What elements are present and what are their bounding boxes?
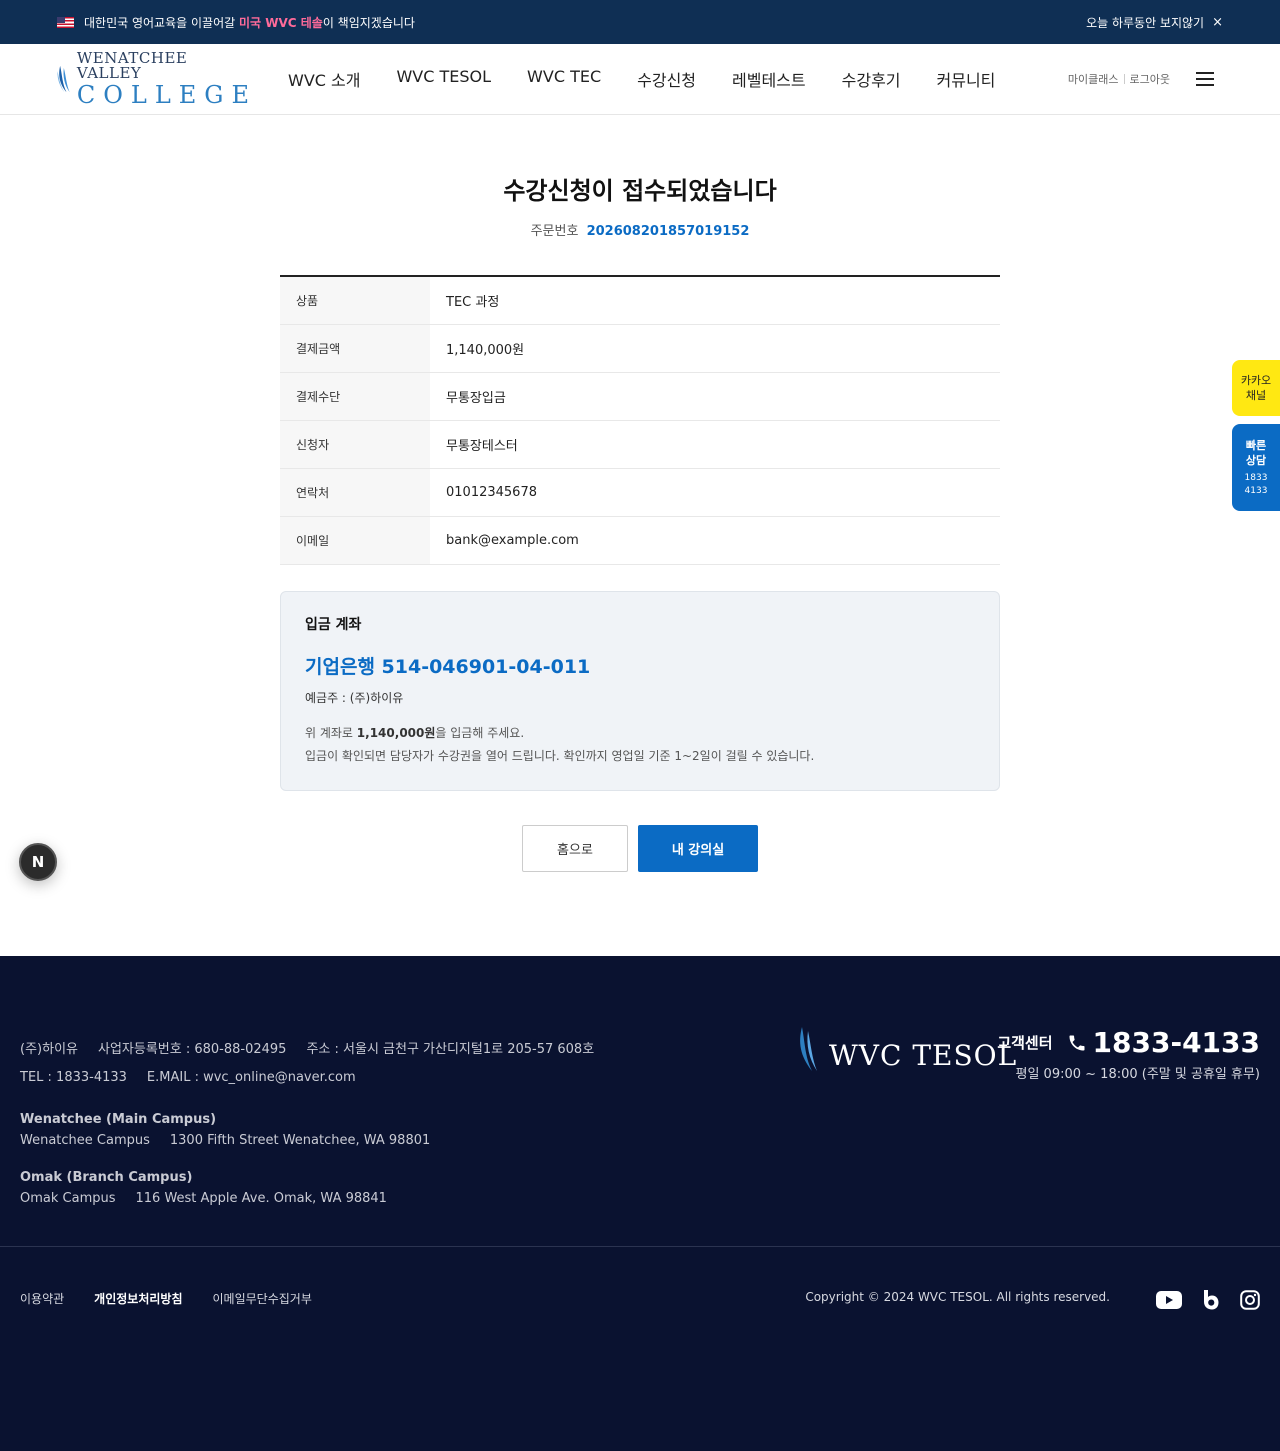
company-tel: TEL : 1833-4133 <box>20 1069 127 1085</box>
phone-icon <box>1069 1035 1085 1050</box>
instagram-icon[interactable] <box>1240 1290 1260 1310</box>
nav-item-wvc-tec[interactable]: WVC TEC <box>527 67 601 91</box>
row-value: 01012345678 <box>446 485 537 500</box>
nav-item-community[interactable]: 커뮤니티 <box>937 67 996 91</box>
site-footer: (주)하이유 사업자등록번호 : 680-88-02495 주소 : 서울시 금… <box>0 956 1280 1451</box>
business-number: 사업자등록번호 : 680-88-02495 <box>97 1041 287 1057</box>
logout-link[interactable]: 로그아웃 <box>1130 71 1170 87</box>
main-nav: WVC 소개 WVC TESOL WVC TEC 수강신청 레벨테스트 수강후기… <box>288 67 1031 91</box>
us-flag-icon <box>57 16 74 28</box>
footer-logo-text: WVC TESOL <box>829 1039 1018 1072</box>
table-row: 결제금액 1,140,000원 <box>280 325 1000 373</box>
table-row: 상품 TEC 과정 <box>280 277 1000 325</box>
table-row: 신청자 무통장테스터 <box>280 421 1000 469</box>
footer-logo: WVC TESOL <box>797 1026 1017 1072</box>
customer-center-hours: 평일 09:00 ~ 18:00 (주말 및 공휴일 휴무) <box>1015 1067 1261 1082</box>
customer-center: 고객센터 1833-4133 평일 09:00 ~ 18:00 (주말 및 공휴… <box>997 1026 1260 1082</box>
deposit-account-number: 기업은행 514-046901-04-011 <box>305 656 591 678</box>
logo-bottom-text: COLLEGE <box>76 81 257 109</box>
nav-item-reviews[interactable]: 수강후기 <box>842 67 901 91</box>
util-divider <box>1123 74 1125 84</box>
header-utilities: 마이클래스 로그아웃 <box>1068 44 1214 114</box>
nextjs-dev-badge-icon[interactable]: N <box>19 843 57 881</box>
row-value: 1,140,000원 <box>446 343 525 358</box>
top-banner: 대한민국 영어교육을 이끌어갈 미국 WVC 테솔이 책임지겠습니다 오늘 하루… <box>0 0 1280 44</box>
social-links <box>1156 1290 1260 1310</box>
wvc-logo[interactable]: WENATCHEE VALLEY COLLEGE <box>57 51 257 107</box>
nav-item-wvc-intro[interactable]: WVC 소개 <box>288 67 360 91</box>
row-label: 연락처 <box>280 469 430 516</box>
branch-campus-name: Omak Campus <box>20 1191 116 1206</box>
logo-flame-icon <box>57 65 70 93</box>
footer-logo-flame-icon <box>800 1027 817 1071</box>
row-value: 무통장테스터 <box>446 439 518 454</box>
menu-icon[interactable] <box>1196 72 1214 86</box>
nav-item-level-test[interactable]: 레벨테스트 <box>732 67 806 91</box>
row-label: 상품 <box>280 277 430 324</box>
company-name: (주)하이유 <box>20 1041 78 1057</box>
row-label: 결제수단 <box>280 373 430 420</box>
company-email: E.MAIL : wvc_online@naver.com <box>146 1069 356 1085</box>
site-header: WENATCHEE VALLEY COLLEGE WVC 소개 WVC TESO… <box>0 44 1280 115</box>
myclass-link[interactable]: 마이클래스 <box>1068 71 1119 87</box>
order-number-label: 주문번호 <box>530 224 579 239</box>
copyright: Copyright © 2024 WVC TESOL. All rights r… <box>805 1290 1110 1304</box>
branch-campus-address: 116 West Apple Ave. Omak, WA 98841 <box>135 1191 387 1206</box>
row-label: 이메일 <box>280 517 430 564</box>
row-label: 결제금액 <box>280 325 430 372</box>
close-icon[interactable]: × <box>1212 15 1223 30</box>
quick-consult-button[interactable]: 빠른 상담 1833 4133 <box>1232 424 1280 511</box>
row-value: bank@example.com <box>446 533 579 548</box>
page-title: 수강신청이 접수되었습니다 <box>503 177 777 205</box>
deposit-account-holder: 예금주 : (주)하이유 <box>305 691 404 705</box>
branch-campus-title: Omak (Branch Campus) <box>20 1170 193 1185</box>
privacy-policy-link[interactable]: 개인정보처리방침 <box>94 1290 182 1307</box>
home-button[interactable]: 홈으로 <box>522 825 628 872</box>
top-banner-message: 대한민국 영어교육을 이끌어갈 미국 WVC 테솔이 책임지겠습니다 <box>57 14 415 31</box>
main-campus-name: Wenatchee Campus <box>20 1133 150 1148</box>
dismiss-today-button[interactable]: 오늘 하루동안 보지않기 × <box>1086 14 1223 31</box>
table-row: 결제수단 무통장입금 <box>280 373 1000 421</box>
blog-icon[interactable] <box>1202 1290 1220 1310</box>
logo-top-text: WENATCHEE VALLEY <box>76 49 188 82</box>
dismiss-today-label: 오늘 하루동안 보지않기 <box>1086 15 1205 30</box>
nav-item-wvc-tesol[interactable]: WVC TESOL <box>396 67 491 91</box>
row-value: TEC 과정 <box>446 295 500 310</box>
customer-center-phone[interactable]: 1833-4133 <box>1067 1026 1260 1059</box>
action-buttons: 홈으로 내 강의실 <box>280 825 1000 872</box>
order-complete-section: 수강신청이 접수되었습니다 주문번호 202608201857019152 상품… <box>280 115 1000 872</box>
top-banner-text: 대한민국 영어교육을 이끌어갈 미국 WVC 테솔이 책임지겠습니다 <box>84 15 415 30</box>
deposit-account-title: 입금 계좌 <box>305 617 362 633</box>
my-classroom-button[interactable]: 내 강의실 <box>638 825 758 872</box>
footer-divider <box>0 1246 1280 1247</box>
main-campus-address: 1300 Fifth Street Wenatchee, WA 98801 <box>169 1133 431 1148</box>
company-info: (주)하이유 사업자등록번호 : 680-88-02495 주소 : 서울시 금… <box>20 1032 595 1207</box>
row-value: 무통장입금 <box>446 391 506 406</box>
customer-center-label: 고객센터 <box>997 1034 1053 1052</box>
deposit-account-box: 입금 계좌 기업은행 514-046901-04-011 예금주 : (주)하이… <box>280 591 1000 791</box>
order-info-table: 상품 TEC 과정 결제금액 1,140,000원 결제수단 무통장입금 신청자… <box>280 275 1000 565</box>
footer-links: 이용약관 개인정보처리방침 이메일무단수집거부 <box>20 1290 312 1307</box>
company-address: 주소 : 서울시 금천구 가산디지털1로 205-57 608호 <box>306 1041 595 1057</box>
kakao-channel-button[interactable]: 카카오 채널 <box>1232 360 1280 416</box>
deposit-instructions: 위 계좌로 1,140,000원을 입금해 주세요. 입금이 확인되면 담당자가… <box>305 726 815 763</box>
table-row: 연락처 01012345678 <box>280 469 1000 517</box>
row-label: 신청자 <box>280 421 430 468</box>
order-number-value: 202608201857019152 <box>586 224 750 239</box>
email-refusal-link[interactable]: 이메일무단수집거부 <box>213 1290 312 1307</box>
table-row: 이메일 bank@example.com <box>280 517 1000 565</box>
main-campus-title: Wenatchee (Main Campus) <box>20 1112 217 1127</box>
terms-link[interactable]: 이용약관 <box>20 1290 64 1307</box>
youtube-icon[interactable] <box>1156 1291 1182 1309</box>
order-number: 주문번호 202608201857019152 <box>280 220 1000 239</box>
nav-item-enroll[interactable]: 수강신청 <box>637 67 696 91</box>
